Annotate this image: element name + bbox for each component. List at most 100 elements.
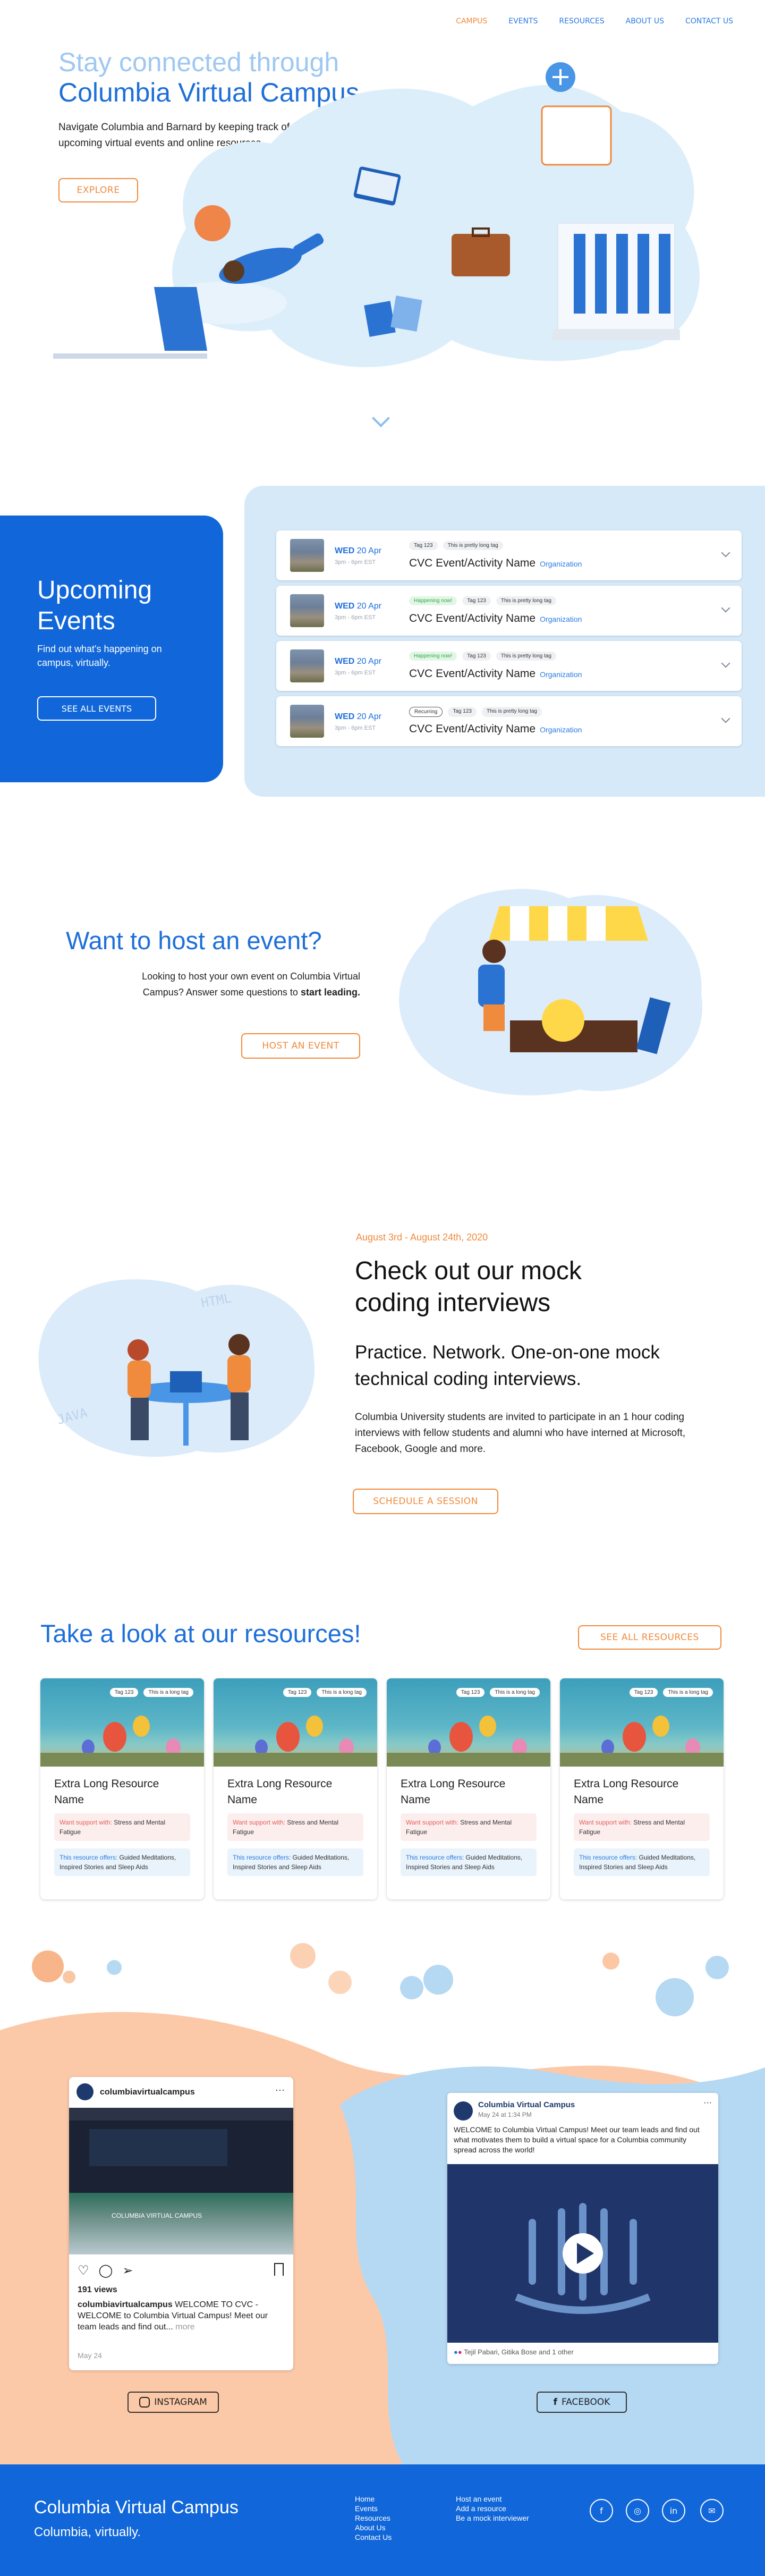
facebook-reactions[interactable]: ●● Tejil Pabari, Gitika Bose and 1 other [454,2348,574,2356]
event-time: 3pm - 6pm EST [335,670,376,676]
event-thumbnail [290,594,324,627]
event-thumbnail [290,539,324,572]
footer-link-events[interactable]: Events [355,2504,392,2513]
host-illustration [399,889,703,1096]
person-left-illustration [128,1339,151,1440]
more-options-icon[interactable]: ··· [275,2084,285,2096]
facebook-button[interactable]: f FACEBOOK [537,2392,627,2413]
event-card[interactable]: WED 20 Apr 3pm - 6pm EST Happening now! T… [276,586,742,636]
resource-offers-box: This resource offers: Guided Meditations… [227,1848,363,1876]
offers-label: This resource offers: [60,1854,118,1861]
event-card[interactable]: WED 20 Apr 3pm - 6pm EST Recurring Tag 12… [276,696,742,746]
send-icon[interactable]: ➢ [122,2263,133,2278]
schedule-session-button[interactable]: SCHEDULE A SESSION [353,1489,498,1514]
footer-link-home[interactable]: Home [355,2494,392,2504]
scroll-down-chevron-icon[interactable] [372,409,390,427]
hero-illustration [53,62,700,367]
event-organization[interactable]: Organization [540,670,582,679]
event-tag: Tag 123 [448,707,477,717]
event-date: WED 20 Apr [335,546,381,556]
facebook-post-card[interactable]: Columbia Virtual Campus May 24 at 1:34 P… [447,2093,718,2364]
person-right-illustration [227,1334,251,1440]
footer-link-resources[interactable]: Resources [355,2513,392,2523]
event-name-text[interactable]: CVC Event/Activity Name [409,612,536,624]
events-heading-line2: Events [37,607,115,635]
nav-resources[interactable]: RESOURCES [559,17,604,26]
resource-card[interactable]: Tag 123 This is a long tag Extra Long Re… [40,1678,204,1899]
see-all-resources-button[interactable]: SEE ALL RESOURCES [578,1625,721,1650]
footer-linkedin-icon[interactable]: in [662,2499,685,2522]
comment-icon[interactable]: ◯ [99,2263,113,2278]
footer-link-host-event[interactable]: Host an event [456,2494,529,2504]
nav-contact-us[interactable]: CONTACT US [685,17,733,26]
events-heading-line1: Upcoming [37,576,152,604]
facebook-video[interactable] [447,2164,718,2343]
nav-about-us[interactable]: ABOUT US [626,17,664,26]
resource-tag: This is a long tag [317,1688,367,1697]
event-name-text[interactable]: CVC Event/Activity Name [409,557,536,569]
event-organization[interactable]: Organization [540,615,582,623]
caption-username[interactable]: columbiavirtualcampus [78,2300,173,2309]
laptop-icon [170,1371,202,1392]
resource-card[interactable]: Tag 123 This is a long tag Extra Long Re… [387,1678,550,1899]
nav-events[interactable]: EVENTS [508,17,538,26]
facebook-page-name[interactable]: Columbia Virtual Campus [478,2100,575,2109]
nav-campus[interactable]: CAMPUS [456,17,487,26]
footer-email-icon[interactable]: ✉ [700,2499,724,2522]
chevron-down-icon[interactable] [721,548,730,558]
events-subtext: Find out what's happening on campus, vir… [37,644,162,668]
instagram-username[interactable]: columbiavirtualcampus [100,2088,195,2097]
event-date: WED 20 Apr [335,657,381,666]
resource-tag: This is a long tag [663,1688,713,1697]
resource-card[interactable]: Tag 123 This is a long tag Extra Long Re… [560,1678,724,1899]
event-organization[interactable]: Organization [540,560,582,568]
chevron-down-icon[interactable] [721,714,730,723]
footer-link-contact-us[interactable]: Contact Us [355,2532,392,2542]
event-tag: Recurring [409,707,443,717]
more-options-icon[interactable]: ··· [703,2098,712,2108]
instagram-media[interactable]: COLUMBIA VIRTUAL CAMPUS [69,2108,293,2254]
event-card[interactable]: WED 20 Apr 3pm - 6pm EST Tag 123 This is … [276,530,742,580]
instagram-post-card[interactable]: columbiavirtualcampus ··· COLUMBIA VIRTU… [69,2077,293,2370]
event-tag: This is pretty long tag [496,652,556,661]
footer-link-add-resource[interactable]: Add a resource [456,2504,529,2513]
resource-tags: Tag 123 This is a long tag [629,1688,713,1697]
chevron-down-icon[interactable] [721,658,730,668]
facebook-post-time: May 24 at 1:34 PM [478,2111,532,2118]
footer: Columbia Virtual Campus Columbia, virtua… [0,2464,765,2576]
footer-link-mock-interviewer[interactable]: Be a mock interviewer [456,2513,529,2523]
event-thumbnail [290,705,324,738]
footer-instagram-icon[interactable]: ◎ [626,2499,649,2522]
heart-icon[interactable]: ♡ [78,2263,89,2278]
support-label: Want support with: [406,1819,458,1826]
event-name: CVC Event/Activity Name Organization [409,723,582,736]
avatar [76,2083,94,2100]
bookmark-icon[interactable] [274,2263,284,2276]
see-all-events-button[interactable]: SEE ALL EVENTS [37,696,156,721]
event-name-text[interactable]: CVC Event/Activity Name [409,668,536,680]
event-weekday: WED [335,602,355,611]
top-nav: CAMPUS EVENTS RESOURCES ABOUT US CONTACT… [456,17,733,26]
facebook-button-label: FACEBOOK [561,2397,610,2408]
footer-link-about-us[interactable]: About Us [355,2523,392,2532]
resource-name: Extra Long Resource Name [54,1778,159,1806]
event-thumbnail [290,649,324,682]
laptop-illustration [53,287,207,359]
footer-facebook-icon[interactable]: f [590,2499,613,2522]
event-name-text[interactable]: CVC Event/Activity Name [409,723,536,735]
offers-label: This resource offers: [233,1854,291,1861]
resource-image: Tag 123 This is a long tag [40,1678,204,1767]
caption-more-link[interactable]: more [175,2322,194,2332]
chevron-down-icon[interactable] [721,603,730,613]
event-organization[interactable]: Organization [540,725,582,734]
resource-tag: This is a long tag [490,1688,540,1697]
resource-name: Extra Long Resource Name [574,1778,679,1806]
host-event-button[interactable]: HOST AN EVENT [241,1033,360,1059]
resource-tag: Tag 123 [109,1688,139,1697]
event-card[interactable]: WED 20 Apr 3pm - 6pm EST Happening now! T… [276,641,742,691]
resource-card[interactable]: Tag 123 This is a long tag Extra Long Re… [214,1678,377,1899]
resource-tag: Tag 123 [283,1688,312,1697]
instagram-button[interactable]: INSTAGRAM [128,2392,219,2413]
resource-tag: Tag 123 [456,1688,485,1697]
resource-name: Extra Long Resource Name [401,1778,506,1806]
